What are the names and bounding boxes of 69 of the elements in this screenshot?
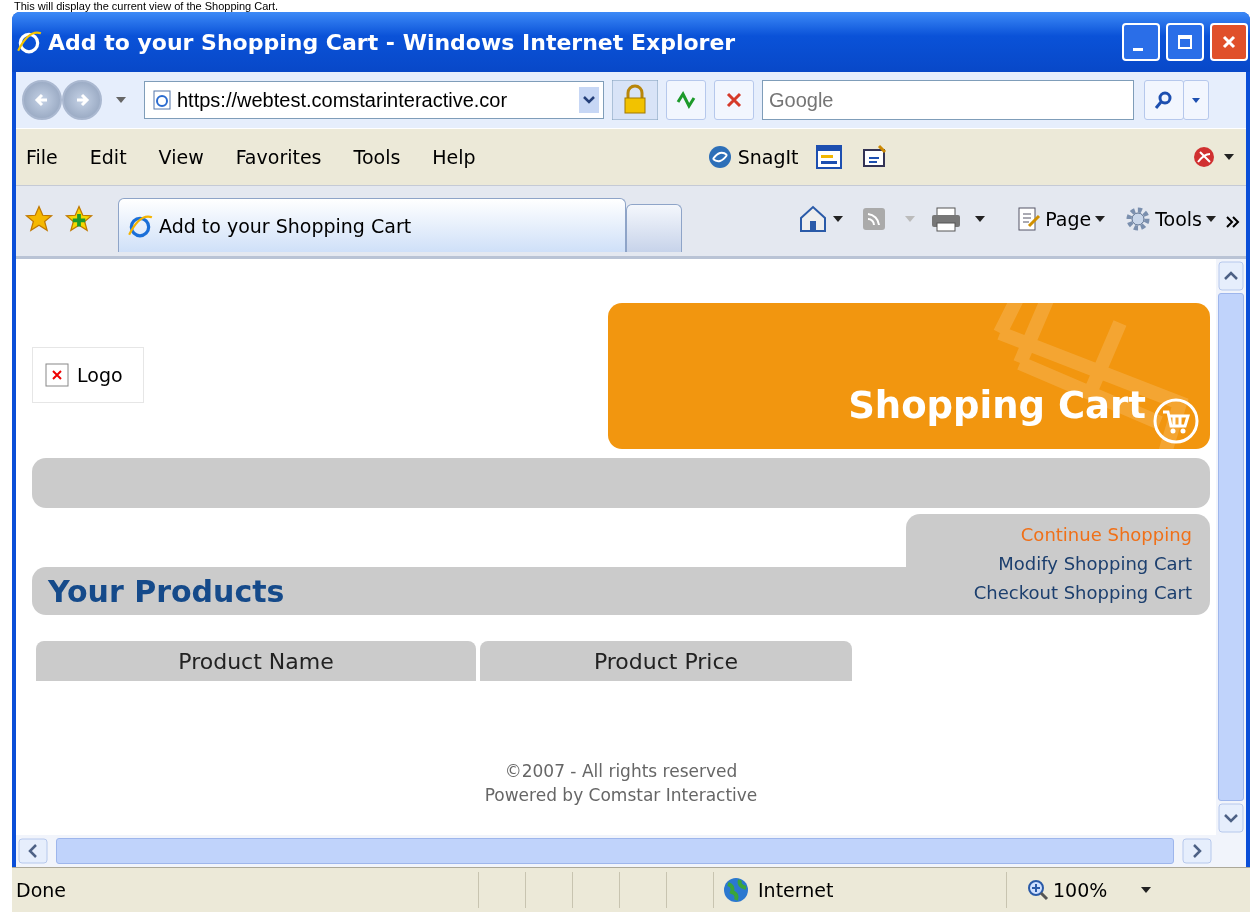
footer-text: ©2007 - All rights reserved xyxy=(504,760,738,783)
magnifier-icon xyxy=(1027,879,1049,901)
page-icon xyxy=(153,90,171,110)
page-icon xyxy=(1015,206,1042,232)
zoom-control[interactable]: 100% xyxy=(1006,872,1152,908)
menu-item[interactable]: View xyxy=(158,146,204,168)
window-title: Add to your Shopping Cart - Windows Internet Explorer xyxy=(48,29,736,55)
column-header: Product Name xyxy=(36,641,476,681)
refresh-button[interactable] xyxy=(666,80,706,120)
menu-item[interactable]: Edit xyxy=(89,146,127,168)
scroll-right-icon[interactable] xyxy=(1182,838,1212,864)
cart-link[interactable]: Checkout Shopping Cart xyxy=(973,582,1192,603)
stop-button[interactable] xyxy=(714,80,754,120)
minimize-button[interactable] xyxy=(1122,23,1160,61)
banner-title: Shopping Cart xyxy=(848,384,1146,427)
browser-logo-icon xyxy=(16,29,42,55)
clipboard-icon[interactable] xyxy=(860,144,889,170)
broken-logo-image: Logo xyxy=(32,347,144,403)
maximize-button[interactable] xyxy=(1166,23,1204,61)
command-menu-button[interactable]: Tools xyxy=(1125,206,1216,232)
minimize-icon xyxy=(1133,47,1143,51)
menu-item[interactable]: File xyxy=(26,146,58,168)
caret-icon xyxy=(1206,216,1216,222)
column-header: Product Price xyxy=(480,641,852,681)
maximize-icon xyxy=(1177,34,1193,50)
status-text: Done xyxy=(16,879,67,901)
caption-text: This will display the current view of the Shopping Cart. xyxy=(13,0,280,12)
search-icon xyxy=(1154,90,1174,110)
caret-icon xyxy=(1095,216,1106,222)
close-icon xyxy=(1221,34,1237,50)
security-zone: Internet xyxy=(713,872,1006,908)
browser-tab[interactable]: Add to your Shopping Cart xyxy=(118,198,626,252)
close-icon xyxy=(725,91,743,109)
forward-button[interactable] xyxy=(62,80,102,120)
menu-item[interactable]: Help xyxy=(432,146,476,168)
vertical-scrollbar[interactable] xyxy=(1216,259,1246,835)
scroll-up-icon[interactable] xyxy=(1218,261,1244,291)
caret-icon xyxy=(1192,97,1200,103)
footer-text: Powered by Comstar Interactive xyxy=(484,784,758,807)
snagit-button[interactable]: SnagIt xyxy=(707,145,799,169)
caret-icon xyxy=(116,97,126,103)
caret-icon xyxy=(1141,887,1152,893)
scroll-thumb[interactable] xyxy=(56,838,1174,864)
swirl-icon xyxy=(707,145,732,169)
gear-icon xyxy=(1125,206,1152,232)
globe-icon xyxy=(722,876,750,904)
command-menu-button[interactable]: Page xyxy=(1015,206,1106,232)
menu-item[interactable]: Favorites xyxy=(235,146,322,168)
broken-image-icon xyxy=(45,363,69,387)
star-icon[interactable] xyxy=(24,204,54,234)
window-capture-icon[interactable] xyxy=(814,144,843,170)
padlock-icon[interactable] xyxy=(612,80,658,120)
add-favorite-icon[interactable] xyxy=(64,204,94,234)
section-title: Your Products xyxy=(48,573,285,609)
cart-link[interactable]: Modify Shopping Cart xyxy=(998,553,1192,574)
new-tab-button[interactable] xyxy=(626,204,682,252)
search-field[interactable]: Google xyxy=(762,80,1134,120)
address-field[interactable]: https://webtest.comstarinteractive.cor xyxy=(144,81,604,119)
shopping-cart-icon xyxy=(1152,397,1200,445)
close-button[interactable] xyxy=(1210,23,1248,61)
menu-item[interactable]: Tools xyxy=(353,146,401,168)
scroll-thumb[interactable] xyxy=(1218,293,1244,801)
back-button[interactable] xyxy=(22,80,62,120)
search-button[interactable] xyxy=(1144,80,1184,120)
scroll-left-icon[interactable] xyxy=(18,838,48,864)
url-text: https://webtest.comstarinteractive.cor xyxy=(177,88,508,112)
horizontal-scrollbar[interactable] xyxy=(16,835,1246,867)
chevron-icon[interactable] xyxy=(1226,216,1240,228)
scroll-down-icon[interactable] xyxy=(1218,803,1244,833)
